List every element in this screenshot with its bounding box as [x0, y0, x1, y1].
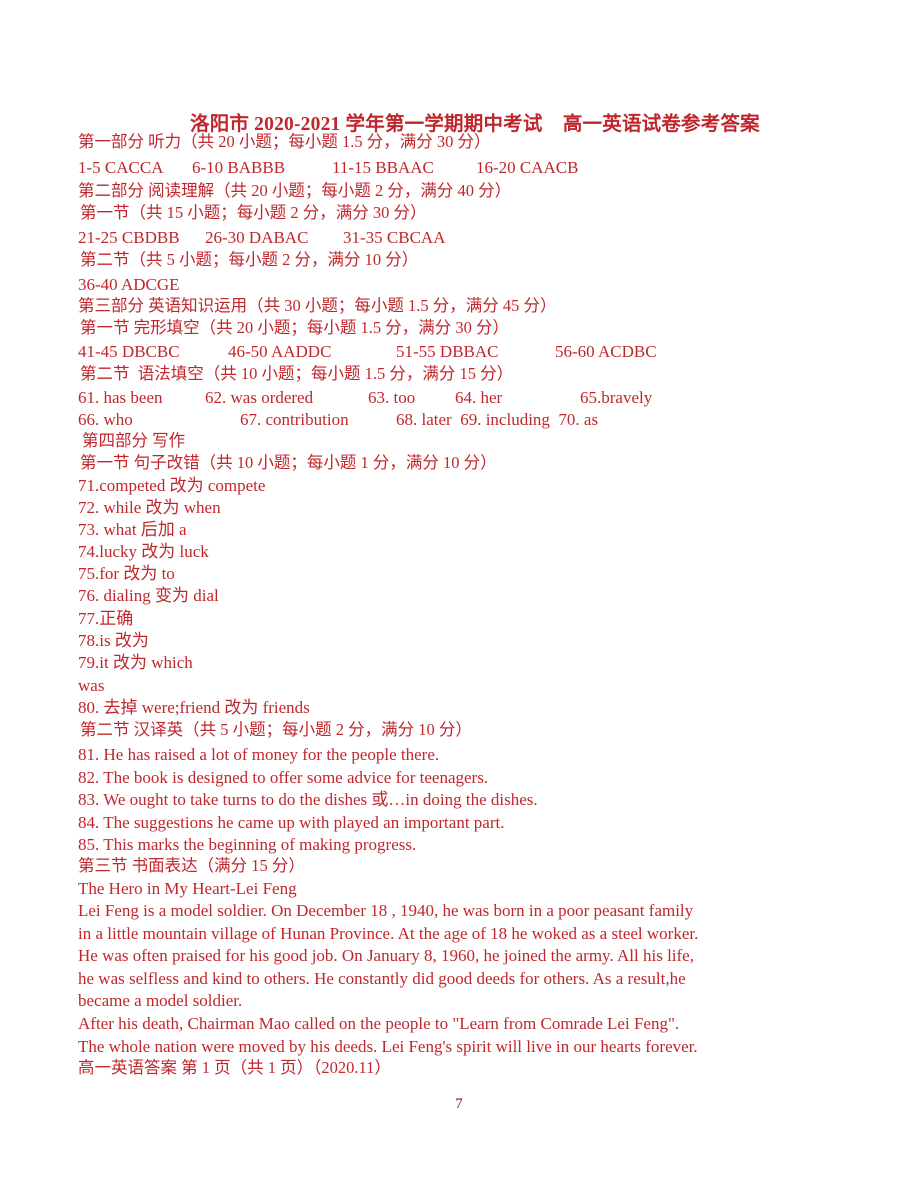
answer-item: 65.bravely — [580, 388, 653, 407]
answer-group: 11-15 BBAAC — [332, 158, 434, 177]
part3-section2-heading: 第二节 语法填空（共 10 小题；每小题 1.5 分，满分 15 分） — [80, 364, 514, 383]
correction-item: 78.is 改为 — [78, 631, 149, 650]
answer-group: 41-45 DBCBC — [78, 342, 180, 361]
part3-heading: 第三部分 英语知识运用（共 30 小题；每小题 1.5 分，满分 45 分） — [78, 296, 557, 315]
correction-item-continuation: was — [78, 676, 105, 695]
answer-group: 21-25 CBDBB — [78, 228, 180, 247]
essay-paragraph-1-line: became a model soldier. — [78, 991, 243, 1010]
translation-item: 81. He has raised a lot of money for the… — [78, 745, 440, 764]
answer-group: 1-5 CACCA — [78, 158, 164, 177]
answer-group: 51-55 DBBAC — [396, 342, 499, 361]
part1-heading: 第一部分 听力（共 20 小题；每小题 1.5 分，满分 30 分） — [78, 132, 491, 151]
essay-paragraph-1-line: He was often praised for his good job. O… — [78, 946, 694, 965]
part4-heading: 第四部分 写作 — [82, 431, 186, 450]
part3-section1-answer-row: 41-45 DBCBC 46-50 AADDC 51-55 DBBAC 56-6… — [0, 342, 918, 364]
part2-section2-answer-row: 36-40 ADCGE — [0, 275, 918, 297]
grammar-answer-row-2: 66. who 67. contribution 68. later 69. i… — [0, 410, 918, 432]
answer-group: 26-30 DABAC — [205, 228, 309, 247]
answer-item: 66. who — [78, 410, 133, 429]
translation-item: 85. This marks the beginning of making p… — [78, 835, 417, 854]
answer-group: 16-20 CAACB — [476, 158, 579, 177]
answer-item: 68. later 69. including 70. as — [396, 410, 599, 429]
essay-paragraph-1-line: Lei Feng is a model soldier. On December… — [78, 901, 694, 920]
translation-item: 82. The book is designed to offer some a… — [78, 768, 489, 787]
answer-group: 46-50 AADDC — [228, 342, 332, 361]
correction-item: 75.for 改为 to — [78, 564, 175, 583]
essay-title: The Hero in My Heart-Lei Feng — [78, 879, 297, 898]
correction-item: 79.it 改为 which — [78, 653, 193, 672]
part2-section1-heading: 第一节（共 15 小题；每小题 2 分，满分 30 分） — [80, 203, 427, 222]
answer-group: 31-35 CBCAA — [343, 228, 446, 247]
translation-item: 84. The suggestions he came up with play… — [78, 813, 505, 832]
part3-section1-heading: 第一节 完形填空（共 20 小题；每小题 1.5 分，满分 30 分） — [80, 318, 509, 337]
answer-group: 56-60 ACDBC — [555, 342, 657, 361]
correction-item: 72. while 改为 when — [78, 498, 221, 517]
answer-item: 67. contribution — [240, 410, 349, 429]
answer-item: 64. her — [455, 388, 503, 407]
correction-item: 73. what 后加 a — [78, 520, 187, 539]
essay-paragraph-1-line: in a little mountain village of Hunan Pr… — [78, 924, 699, 943]
grammar-answer-row-1: 61. has been 62. was ordered 63. too 64.… — [0, 388, 918, 410]
part2-heading: 第二部分 阅读理解（共 20 小题；每小题 2 分，满分 40 分） — [78, 181, 512, 200]
answer-group: 6-10 BABBB — [192, 158, 286, 177]
correction-item: 76. dialing 变为 dial — [78, 586, 219, 605]
translation-item: 83. We ought to take turns to do the dis… — [78, 790, 538, 809]
correction-item: 80. 去掉 were;friend 改为 friends — [78, 698, 310, 717]
correction-item: 77.正确 — [78, 609, 134, 628]
part4-section2-heading: 第二节 汉译英（共 5 小题；每小题 2 分，满分 10 分） — [80, 720, 472, 739]
part4-section3-heading: 第三节 书面表达（满分 15 分） — [78, 856, 305, 875]
essay-paragraph-1-line: he was selfless and kind to others. He c… — [78, 969, 686, 988]
part2-section1-answer-row: 21-25 CBDBB 26-30 DABAC 31-35 CBCAA — [0, 228, 918, 250]
correction-item: 71.competed 改为 compete — [78, 476, 266, 495]
correction-item: 74.lucky 改为 luck — [78, 542, 209, 561]
answer-item: 61. has been — [78, 388, 163, 407]
answer-sheet-page: 洛阳市 2020-2021 学年第一学期期中考试 高一英语试卷参考答案 第一部分… — [0, 0, 918, 1188]
essay-paragraph-2-line: After his death, Chairman Mao called on … — [78, 1014, 680, 1033]
answer-item: 62. was ordered — [205, 388, 314, 407]
answer-item: 63. too — [368, 388, 416, 407]
essay-paragraph-2-line: The whole nation were moved by his deeds… — [78, 1037, 698, 1056]
part4-section1-heading: 第一节 句子改错（共 10 小题；每小题 1 分，满分 10 分） — [80, 453, 497, 472]
answer-group: 36-40 ADCGE — [78, 275, 180, 294]
part1-answer-row: 1-5 CACCA 6-10 BABBB 11-15 BBAAC 16-20 C… — [0, 158, 918, 180]
page-number: 7 — [455, 1096, 463, 1112]
page-footer: 高一英语答案 第 1 页（共 1 页）（2020.11） — [78, 1058, 391, 1077]
part2-section2-heading: 第二节（共 5 小题；每小题 2 分，满分 10 分） — [80, 250, 419, 269]
